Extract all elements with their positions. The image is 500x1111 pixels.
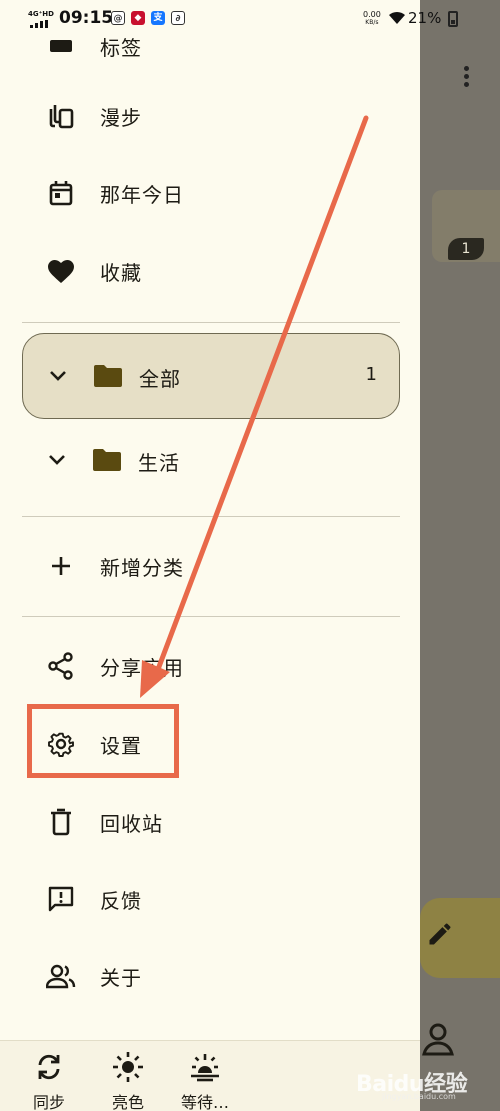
drawer-item-label: 那年今日 [100,182,184,207]
share-icon [46,651,76,681]
background-note-badge: 1 [448,238,484,260]
trash-icon [46,807,76,837]
sync-icon [38,1054,60,1080]
status-bar: 4G⁺HD 09:15 @ ◆ 支 ∂ 0.00 KB/s 21% [0,0,500,38]
wifi-icon [389,11,405,24]
drawer-item-trash[interactable]: 回收站 [0,792,400,852]
baidu-watermark-url: jingyan.baidu.com [382,1092,456,1101]
plus-icon [46,551,76,581]
folder-row-all[interactable]: 全部 1 [22,333,400,419]
speed-value: 0.00 [363,10,381,19]
status-time: 09:15 [59,8,114,28]
light-theme-button[interactable]: 亮色 [93,1049,163,1111]
drawer-item-feedback[interactable]: 反馈 [0,869,400,929]
folder-count: 1 [365,364,377,385]
chevron-down-icon[interactable] [47,364,69,386]
drawer-item-share-app[interactable]: 分享应用 [0,636,400,696]
drawer-item-label: 漫步 [100,105,142,130]
drawer-item-label: 反馈 [100,888,142,913]
sunrise-icon [191,1054,219,1082]
folder-row-life[interactable]: 生活 [22,418,400,504]
folder-icon [93,449,121,471]
network-speed: 0.00 KB/s [363,11,381,27]
drawer-item-on-this-day[interactable]: 那年今日 [0,163,400,223]
notification-app-icon: @ [111,11,125,25]
divider [22,616,400,617]
drawer-item-about[interactable]: 关于 [0,946,400,1006]
drawer-item-wander[interactable]: 漫步 [0,86,400,146]
network-type: 4G⁺HD [28,10,54,18]
drawer-item-label: 分享应用 [100,655,184,680]
drawer-item-label: 收藏 [100,260,142,285]
stack-icon [46,101,76,131]
signal-icon [30,20,48,28]
drawer-item-label: 关于 [100,965,142,990]
sun-icon [113,1052,143,1082]
navigation-drawer: 标签 漫步 那年今日 收藏 全部 1 生活 新增分类 分享应用 设置 回收站 反… [0,0,420,1111]
folder-label: 全部 [139,367,181,391]
drawer-item-favorites[interactable]: 收藏 [0,241,400,301]
sync-button[interactable]: 同步 [14,1049,84,1111]
heart-icon [46,256,76,286]
alipay-icon: 支 [151,11,165,25]
wait-button[interactable]: 等待… [170,1049,240,1111]
divider [22,322,400,323]
folder-icon [94,365,122,387]
people-icon [46,961,76,991]
battery-icon [448,11,458,27]
calendar-icon [46,178,76,208]
pencil-icon [429,923,451,945]
wait-label: 等待… [180,1093,229,1111]
divider [22,516,400,517]
folder-label: 生活 [138,451,180,475]
compose-fab[interactable] [420,898,500,978]
speed-unit: KB/s [365,19,379,26]
light-theme-label: 亮色 [111,1093,144,1111]
drawer-item-label: 新增分类 [100,555,184,580]
notification-app-icon: ∂ [171,11,185,25]
person-icon[interactable] [420,1020,456,1060]
chevron-down-icon[interactable] [46,448,68,470]
drawer-item-add-category[interactable]: 新增分类 [0,536,400,596]
more-options-icon[interactable] [458,66,474,90]
notification-app-icon: ◆ [131,11,145,25]
battery-percent: 21% [408,9,442,27]
drawer-item-label: 回收站 [100,811,163,836]
feedback-icon [46,884,76,914]
sync-label: 同步 [32,1093,65,1111]
settings-highlight-box [27,704,179,778]
